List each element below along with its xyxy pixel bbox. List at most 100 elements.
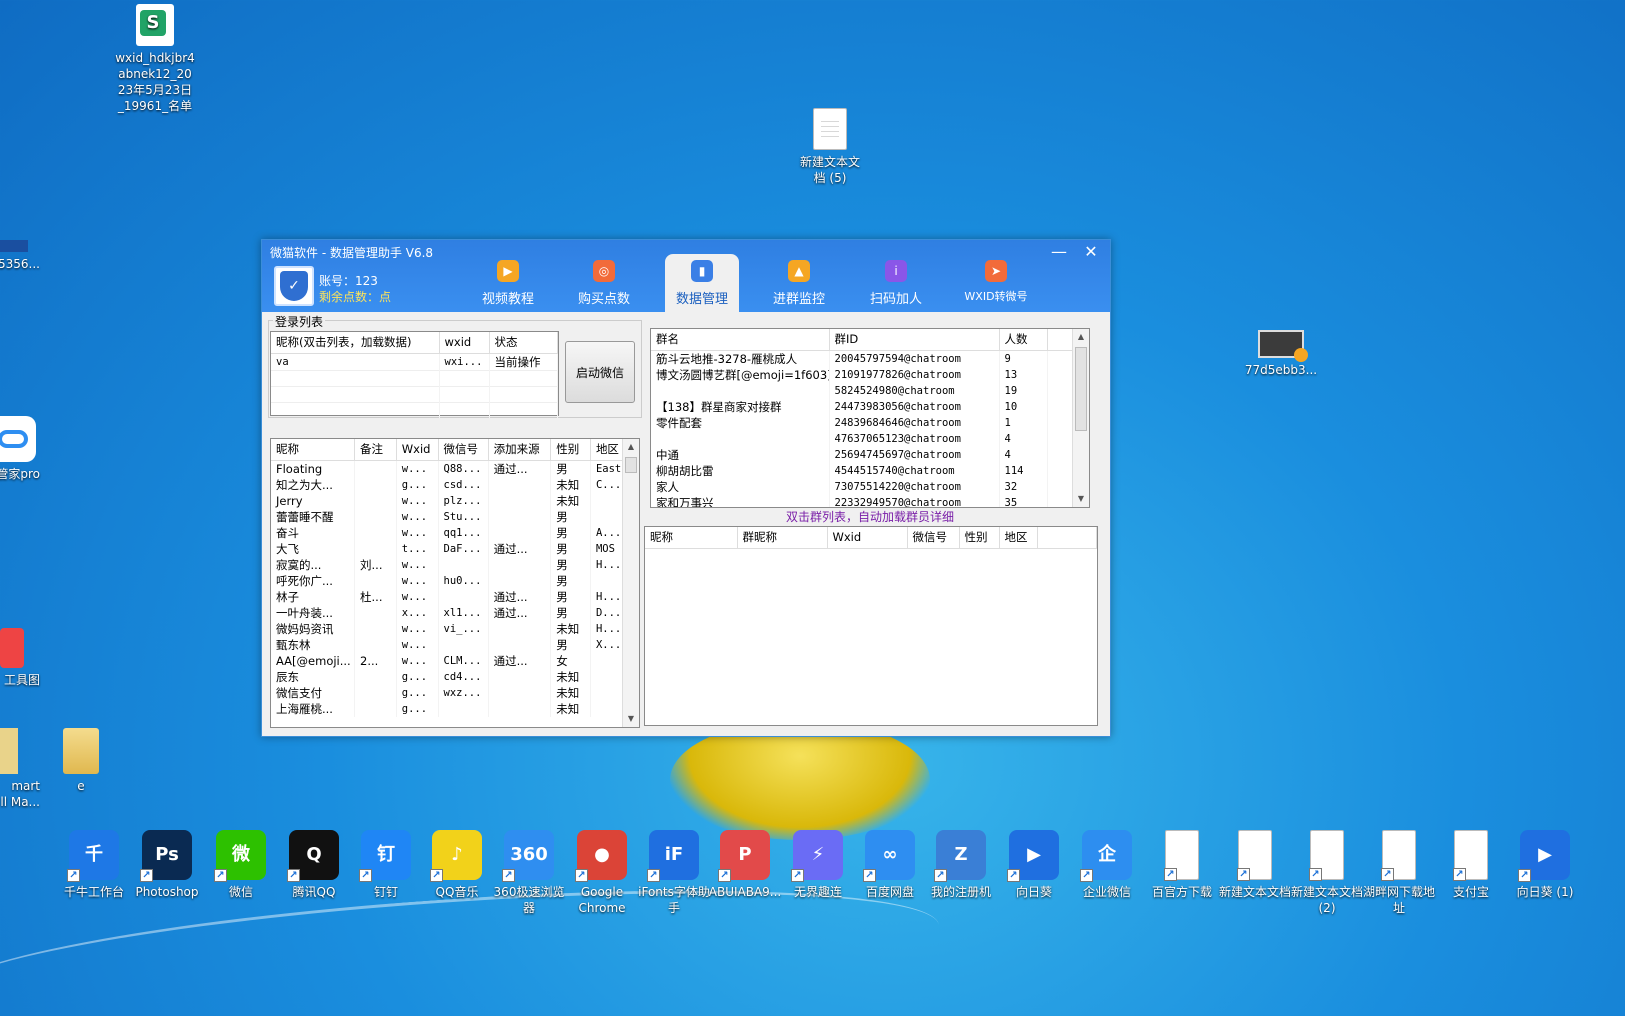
table-row[interactable]: 筋斗云地推-3278-雁桃成人 20045797594@chatroom 9 bbox=[651, 350, 1089, 367]
tab-group-monitor[interactable]: ▲ 进群监控 bbox=[762, 254, 836, 312]
scroll-down-icon[interactable]: ▼ bbox=[623, 711, 639, 727]
tab-label: 扫码加人 bbox=[869, 292, 922, 307]
desktop-icon-video[interactable]: 77d5ebb3... bbox=[1236, 330, 1326, 378]
table-row[interactable]: 47637065123@chatroom 4 bbox=[651, 430, 1089, 447]
desktop-shortcut[interactable]: ∞ ↗ 百度网盘 bbox=[849, 830, 931, 900]
member-list[interactable]: 昵称 群昵称 Wxid 微信号 性别 地区 bbox=[644, 526, 1098, 726]
table-row[interactable]: 大飞 t... DaF... 通过... 男 MOS bbox=[271, 540, 639, 557]
desktop-shortcut[interactable]: 360 ↗ 360极速浏览器 bbox=[488, 830, 570, 916]
table-row[interactable]: 微妈妈资讯 w... vi_... 未知 H... bbox=[271, 620, 639, 637]
desktop-icon-partial-1[interactable]: 05356... bbox=[0, 240, 40, 272]
table-row[interactable]: 辰东 g... cd4... 未知 bbox=[271, 668, 639, 685]
groups-scrollbar[interactable]: ▲ ▼ bbox=[1072, 329, 1089, 507]
desktop-shortcut[interactable]: ↗ 支付宝 bbox=[1430, 830, 1512, 900]
desktop-shortcut[interactable]: Z ↗ 我的注册机 bbox=[920, 830, 1002, 900]
minimize-button[interactable]: — bbox=[1046, 242, 1072, 264]
tab-scan-add[interactable]: i 扫码加人 bbox=[859, 254, 933, 312]
tab-video-tutorial[interactable]: ▶ 视频教程 bbox=[471, 254, 545, 312]
table-cell bbox=[488, 476, 552, 493]
desktop-icon-text-file[interactable]: 新建文本文档 (5) bbox=[785, 108, 875, 186]
table-cell: 32 bbox=[999, 478, 1048, 495]
table-cell: 当前操作 bbox=[489, 353, 558, 370]
scroll-down-icon[interactable]: ▼ bbox=[1073, 491, 1089, 507]
desktop-icon-partial-3[interactable]: 工具图 bbox=[0, 628, 40, 688]
table-row[interactable]: 一叶舟装... x... xl1... 通过... 男 D... bbox=[271, 604, 639, 621]
table-row[interactable]: 微信支付 g... wxz... 未知 bbox=[271, 684, 639, 701]
table-cell: wxi... bbox=[439, 353, 490, 370]
desktop-icon-partial-2[interactable]: 管家pro bbox=[0, 416, 40, 482]
folder-icon bbox=[0, 728, 18, 774]
table-cell bbox=[488, 668, 552, 685]
tab-wxid-convert[interactable]: ➤ WXID转微号 bbox=[954, 254, 1038, 312]
desktop-shortcut[interactable]: ↗ 湖畔网下载地址 bbox=[1358, 830, 1440, 916]
close-button[interactable]: ✕ bbox=[1078, 242, 1104, 264]
table-row[interactable]: 家和万事兴 22332949570@chatroom 35 bbox=[651, 494, 1089, 507]
desktop-shortcut[interactable]: Q ↗ 腾讯QQ bbox=[273, 830, 355, 900]
tab-data-management[interactable]: ▮ 数据管理 bbox=[665, 254, 739, 312]
table-cell: w... bbox=[396, 620, 439, 637]
table-cell: 林子 bbox=[271, 588, 356, 605]
column-header: 添加来源 bbox=[488, 439, 552, 461]
table-row[interactable]: Jerry w... plz... 未知 bbox=[271, 492, 639, 509]
desktop-shortcut[interactable]: 钉 ↗ 钉钉 bbox=[345, 830, 427, 900]
text-file-icon bbox=[813, 108, 847, 150]
table-row[interactable]: 家人 73075514220@chatroom 32 bbox=[651, 478, 1089, 495]
table-row[interactable]: 奋斗 w... qq1... 男 A... bbox=[271, 524, 639, 541]
table-row[interactable]: 知之为大... g... csd... 未知 C... bbox=[271, 476, 639, 493]
table-cell bbox=[354, 508, 397, 525]
desktop-shortcut[interactable]: ⚡ ↗ 无界趣连 bbox=[777, 830, 859, 900]
desktop-icon-spreadsheet[interactable]: S wxid_hdkjbr4abnek12_2023年5月23日_19961_名… bbox=[110, 4, 200, 114]
desktop-shortcut[interactable]: ↗ 百官方下载 bbox=[1141, 830, 1223, 900]
table-row[interactable]: 5824524980@chatroom 19 bbox=[651, 382, 1089, 399]
table-row[interactable]: 林子 杜... w... 通过... 男 H... bbox=[271, 588, 639, 605]
video-icon: ▶ bbox=[497, 260, 519, 282]
table-cell: 未知 bbox=[550, 476, 591, 493]
desktop-shortcut[interactable]: iF ↗ iFonts字体助手 bbox=[633, 830, 715, 916]
table-cell: 男 bbox=[550, 604, 591, 621]
desktop-shortcut[interactable]: ♪ ↗ QQ音乐 bbox=[416, 830, 498, 900]
shortcut-label: iFonts字体助手 bbox=[638, 885, 710, 915]
table-row[interactable]: 【138】群星商家对接群 24473983056@chatroom 10 bbox=[651, 398, 1089, 415]
table-row[interactable]: Floating w... Q88... 通过... 男 East bbox=[271, 460, 639, 477]
desktop-shortcut[interactable]: 千 ↗ 千牛工作台 bbox=[53, 830, 135, 900]
desktop-shortcut[interactable]: ▶ ↗ 向日葵 (1) bbox=[1504, 830, 1586, 900]
table-row[interactable]: AA[@emoji... 2... w... CLM... 通过... 女 bbox=[271, 652, 639, 669]
desktop-shortcut[interactable]: ↗ 新建文本文档 (2) bbox=[1286, 830, 1368, 916]
desktop-shortcut[interactable]: 微 ↗ 微信 bbox=[200, 830, 282, 900]
table-row[interactable]: va wxi... 当前操作 bbox=[271, 353, 558, 370]
contacts-list[interactable]: 昵称 备注 Wxid 微信号 添加来源 性别 地区 Floating w... Q88... 通过.… bbox=[270, 438, 640, 728]
table-cell: 男 bbox=[550, 460, 591, 477]
table-row[interactable]: 上海雁桃... g... 未知 bbox=[271, 700, 639, 717]
shortcut-icon: ↗ bbox=[1237, 830, 1272, 881]
table-cell: 24473983056@chatroom bbox=[829, 398, 1000, 415]
table-row[interactable]: 呼死你广... w... hu0... 男 bbox=[271, 572, 639, 589]
app-icon bbox=[0, 240, 28, 252]
table-row[interactable]: 博文汤圆博艺群[@emoji=1f603] 21091977826@chatroo… bbox=[651, 366, 1089, 383]
login-list[interactable]: 昵称(双击列表，加载数据) wxid 状态 va wxi... 当前操作 bbox=[270, 331, 559, 418]
desktop-icon-label: 管家pro bbox=[0, 467, 40, 481]
desktop-icon-partial-4[interactable]: mart ll Ma... bbox=[0, 728, 40, 810]
table-cell: 未知 bbox=[550, 492, 591, 509]
scroll-up-icon[interactable]: ▲ bbox=[623, 439, 639, 455]
contacts-scrollbar[interactable]: ▲ ▼ bbox=[622, 439, 639, 727]
table-cell: 寂寞的... bbox=[271, 556, 356, 573]
group-list[interactable]: 群名 群ID 人数 筋斗云地推-3278-雁桃成人 20045797594@chatro… bbox=[650, 328, 1090, 508]
table-cell: w... bbox=[396, 460, 439, 477]
desktop-shortcut[interactable]: ● ↗ Google Chrome bbox=[561, 830, 643, 916]
shortcut-arrow-icon: ↗ bbox=[287, 869, 300, 882]
desktop-icon-folder-e[interactable]: e bbox=[36, 728, 126, 794]
desktop-shortcut[interactable]: ↗ 新建文本文档 bbox=[1214, 830, 1296, 900]
table-row[interactable]: 寂寞的... 刘... w... 男 H... bbox=[271, 556, 639, 573]
desktop-shortcut[interactable]: ▶ ↗ 向日葵 bbox=[993, 830, 1075, 900]
desktop-shortcut[interactable]: P ↗ ABUIABA9... bbox=[704, 830, 786, 900]
desktop-shortcut[interactable]: 企 ↗ 企业微信 bbox=[1066, 830, 1148, 900]
table-row[interactable]: 零件配套 24839684646@chatroom 1 bbox=[651, 414, 1089, 431]
desktop-shortcut[interactable]: Ps ↗ Photoshop bbox=[126, 830, 208, 900]
table-row[interactable]: 甄东林 w... 男 X... bbox=[271, 636, 639, 653]
start-wechat-button[interactable]: 启动微信 bbox=[565, 341, 635, 403]
table-row[interactable]: 中通 25694745697@chatroom 4 bbox=[651, 446, 1089, 463]
scroll-up-icon[interactable]: ▲ bbox=[1073, 329, 1089, 345]
table-row[interactable]: 柳胡胡比雷 4544515740@chatroom 114 bbox=[651, 462, 1089, 479]
tab-buy-points[interactable]: ◎ 购买点数 bbox=[567, 254, 641, 312]
table-row[interactable]: 蕾蕾睡不醒 w... Stu... 男 bbox=[271, 508, 639, 525]
